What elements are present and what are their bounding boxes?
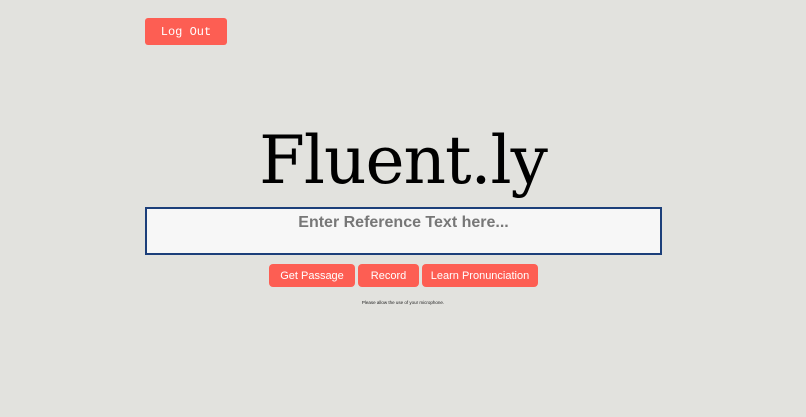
microphone-notice: Please allow the use of your microphone. xyxy=(361,300,445,305)
action-button-row: Get Passage Record Learn Pronunciation xyxy=(0,264,806,287)
logout-button[interactable]: Log Out xyxy=(145,18,227,45)
learn-pronunciation-button[interactable]: Learn Pronunciation xyxy=(422,264,538,287)
app-title: Fluent.ly xyxy=(259,122,548,199)
get-passage-button[interactable]: Get Passage xyxy=(269,264,355,287)
reference-text-input[interactable] xyxy=(145,207,662,255)
record-button[interactable]: Record xyxy=(358,264,419,287)
